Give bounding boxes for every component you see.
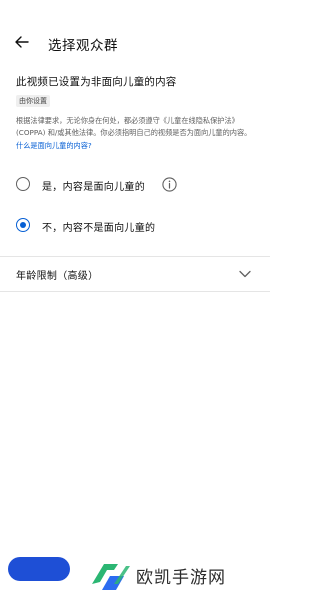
option-made-for-kids-label: 是，内容是面向儿童的 xyxy=(42,182,145,193)
back-button[interactable] xyxy=(10,30,34,54)
age-restriction-row[interactable]: 年龄限制（高级） xyxy=(0,257,270,291)
option-not-made-for-kids[interactable]: 不，内容不是面向儿童的 xyxy=(0,208,270,242)
watermark: 欧凯手游网 xyxy=(84,552,270,596)
option-made-for-kids[interactable]: 是，内容是面向儿童的 xyxy=(0,167,270,201)
watermark-text: 欧凯手游网 xyxy=(136,568,226,588)
audience-status-heading: 此视频已设置为非面向儿童的内容 xyxy=(16,76,177,88)
info-button[interactable] xyxy=(162,177,177,192)
radio-made-for-kids[interactable] xyxy=(16,177,30,191)
coppa-explanation-text: 根据法律要求，无论你身在何处，都必须遵守《儿童在线隐私保护法》(COPPA) 和… xyxy=(16,116,252,138)
coppa-explanation: 根据法律要求，无论你身在何处，都必须遵守《儿童在线隐私保护法》(COPPA) 和… xyxy=(16,115,260,152)
option-not-made-for-kids-label: 不，内容不是面向儿童的 xyxy=(42,223,156,234)
radio-not-made-for-kids[interactable] xyxy=(16,218,30,232)
info-icon xyxy=(162,177,177,192)
divider xyxy=(0,291,270,292)
app-bar: 选择观众群 xyxy=(0,28,270,58)
made-for-kids-help-link[interactable]: 什么是面向儿童的内容? xyxy=(16,141,92,150)
chevron-down-icon xyxy=(239,270,251,278)
site-logo-icon xyxy=(92,564,130,590)
age-restriction-label: 年龄限制（高级） xyxy=(16,271,99,282)
page-title: 选择观众群 xyxy=(48,38,118,54)
arrow-left-icon xyxy=(15,36,29,48)
set-by-you-chip: 由你设置 xyxy=(16,95,50,107)
bottom-action-button[interactable] xyxy=(8,557,70,581)
